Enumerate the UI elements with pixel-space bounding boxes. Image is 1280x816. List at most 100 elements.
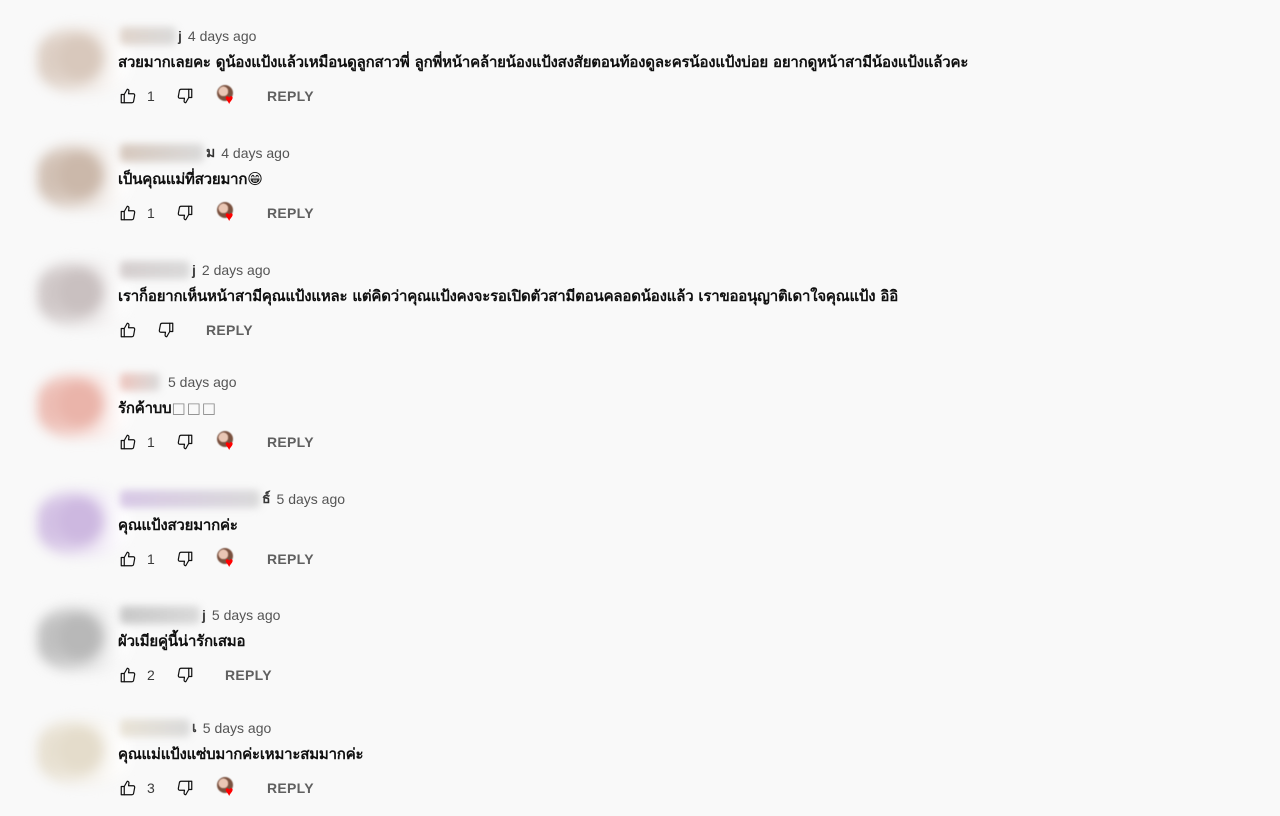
dislike-button[interactable] xyxy=(175,665,195,685)
thumbs-down-icon xyxy=(177,88,193,104)
author-name-tail[interactable]: เ xyxy=(192,717,197,739)
author-name[interactable] xyxy=(120,490,260,508)
author-name-tail[interactable]: j xyxy=(202,607,206,623)
author-name-tail[interactable]: ธ์ xyxy=(262,488,271,510)
heart-icon: ♥ xyxy=(225,554,234,570)
comment-timestamp[interactable]: 5 days ago xyxy=(277,491,346,507)
comment-text-body: เป็นคุณแม่ที่สวยมาก😁 xyxy=(118,170,263,188)
avatar[interactable] xyxy=(38,720,130,784)
comment-timestamp[interactable]: 4 days ago xyxy=(221,145,290,161)
comment-text-body: เราก็อยากเห็นหน้าสามีคุณแป้งแหละ แต่คิดว… xyxy=(118,287,899,305)
creator-heart-badge: ♥ xyxy=(215,83,241,109)
comment-text: คุณแป้งสวยมากค่ะ xyxy=(118,513,238,537)
comment-text-body: คุณแป้งสวยมากค่ะ xyxy=(118,516,238,534)
reply-button[interactable]: REPLY xyxy=(267,780,314,796)
avatar[interactable] xyxy=(38,262,130,326)
reply-button[interactable]: REPLY xyxy=(267,551,314,567)
reply-button[interactable]: REPLY xyxy=(206,322,253,338)
comment-text: คุณแม่แป้งแซ่บมากค่ะเหมาะสมมากค่ะ xyxy=(118,742,364,766)
like-button[interactable] xyxy=(118,203,138,223)
heart-icon: ♥ xyxy=(225,783,234,799)
comment-timestamp[interactable]: 4 days ago xyxy=(188,28,257,44)
author-name-tail[interactable]: j xyxy=(192,262,196,278)
thumbs-down-icon xyxy=(177,667,193,683)
thumbs-up-icon xyxy=(120,434,136,450)
author-name[interactable] xyxy=(120,373,160,391)
like-button[interactable] xyxy=(118,665,138,685)
like-button[interactable] xyxy=(118,320,138,340)
comment-header: ธ์ 5 days ago xyxy=(120,489,345,509)
comment-header: ม 4 days ago xyxy=(120,143,290,163)
thumbs-up-icon xyxy=(120,780,136,796)
thumbs-down-icon xyxy=(177,434,193,450)
like-button[interactable] xyxy=(118,549,138,569)
dislike-button[interactable] xyxy=(156,320,176,340)
avatar[interactable] xyxy=(38,374,130,438)
dislike-button[interactable] xyxy=(175,86,195,106)
comment-action-bar: 1 ♥ REPLY xyxy=(118,82,314,110)
comment-text-suffix: □□□ xyxy=(171,399,217,417)
comment-text: เป็นคุณแม่ที่สวยมาก😁 xyxy=(118,167,263,191)
like-count: 1 xyxy=(147,551,155,567)
comment-action-bar: 1 ♥ REPLY xyxy=(118,199,314,227)
thumbs-down-icon xyxy=(177,205,193,221)
avatar[interactable] xyxy=(38,607,130,671)
like-button[interactable] xyxy=(118,86,138,106)
dislike-button[interactable] xyxy=(175,432,195,452)
comment-action-bar: 3 ♥ REPLY xyxy=(118,774,314,802)
comment-header: j 2 days ago xyxy=(120,260,270,280)
comment-text-body: คุณแม่แป้งแซ่บมากค่ะเหมาะสมมากค่ะ xyxy=(118,745,364,763)
like-count: 1 xyxy=(147,88,155,104)
thumbs-up-icon xyxy=(120,205,136,221)
creator-heart-badge: ♥ xyxy=(215,200,241,226)
author-name[interactable] xyxy=(120,261,190,279)
avatar[interactable] xyxy=(38,145,130,209)
dislike-button[interactable] xyxy=(175,203,195,223)
author-name[interactable] xyxy=(120,719,190,737)
reply-button[interactable]: REPLY xyxy=(267,205,314,221)
like-count: 1 xyxy=(147,434,155,450)
comment-action-bar: 2 REPLY xyxy=(118,661,272,689)
thumbs-down-icon xyxy=(177,780,193,796)
comment-header: 5 days ago xyxy=(120,372,237,392)
comment-timestamp[interactable]: 5 days ago xyxy=(203,720,272,736)
author-name[interactable] xyxy=(120,144,204,162)
comment-text-body: ผัวเมียคู่นี้น่ารักเสมอ xyxy=(118,632,246,650)
comment-text-body: สวยมากเลยคะ ดูน้องแป้งแล้วเหมือนดูลูกสาว… xyxy=(118,53,969,71)
reply-button[interactable]: REPLY xyxy=(267,434,314,450)
comment-text: ผัวเมียคู่นี้น่ารักเสมอ xyxy=(118,629,246,653)
author-name-tail[interactable]: j xyxy=(178,28,182,44)
comment-header: j 5 days ago xyxy=(120,605,280,625)
thumbs-up-icon xyxy=(120,322,136,338)
comment-text: สวยมากเลยคะ ดูน้องแป้งแล้วเหมือนดูลูกสาว… xyxy=(118,50,968,74)
author-name[interactable] xyxy=(120,606,200,624)
comment-timestamp[interactable]: 5 days ago xyxy=(168,374,237,390)
avatar[interactable] xyxy=(38,491,130,555)
thumbs-up-icon xyxy=(120,551,136,567)
author-name[interactable] xyxy=(120,27,176,45)
comment-action-bar: 1 ♥ REPLY xyxy=(118,428,314,456)
avatar[interactable] xyxy=(38,28,130,92)
comment-timestamp[interactable]: 5 days ago xyxy=(212,607,281,623)
reply-button[interactable]: REPLY xyxy=(225,667,272,683)
author-name-tail[interactable]: ม xyxy=(206,142,215,164)
thumbs-up-icon xyxy=(120,88,136,104)
comment-text: เราก็อยากเห็นหน้าสามีคุณแป้งแหละ แต่คิดว… xyxy=(118,284,898,308)
comment-action-bar: REPLY xyxy=(118,316,253,344)
like-count: 2 xyxy=(147,667,155,683)
like-count: 3 xyxy=(147,780,155,796)
like-button[interactable] xyxy=(118,778,138,798)
comment-header: j 4 days ago xyxy=(120,26,256,46)
heart-icon: ♥ xyxy=(225,437,234,453)
comment-timestamp[interactable]: 2 days ago xyxy=(202,262,271,278)
dislike-button[interactable] xyxy=(175,778,195,798)
dislike-button[interactable] xyxy=(175,549,195,569)
like-count: 1 xyxy=(147,205,155,221)
like-button[interactable] xyxy=(118,432,138,452)
thumbs-down-icon xyxy=(158,322,174,338)
reply-button[interactable]: REPLY xyxy=(267,88,314,104)
thumbs-up-icon xyxy=(120,667,136,683)
thumbs-down-icon xyxy=(177,551,193,567)
comment-header: เ 5 days ago xyxy=(120,718,271,738)
creator-heart-badge: ♥ xyxy=(215,775,241,801)
